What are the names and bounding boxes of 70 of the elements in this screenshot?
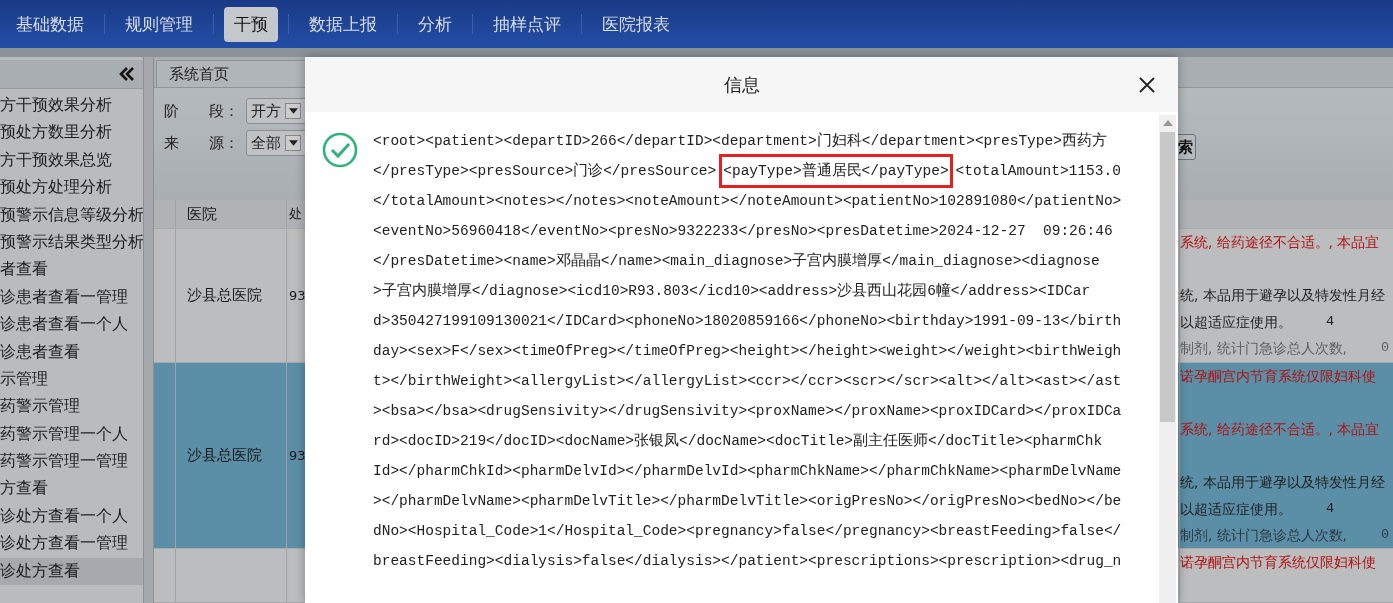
scrollbar[interactable]: [1159, 115, 1176, 603]
xml-text: >子宫内膜增厚</diagnose><icd10>R93.803</icd10><address>沙县西山花园6幢</address><IDCar: [373, 281, 1092, 301]
close-icon[interactable]: [1139, 77, 1155, 93]
xml-text: </totalAmount><notes></notes><noteAmount></noteAmount><patientNo>102891080</patientNo>: [373, 192, 1122, 211]
xml-text: dNo><Hospital_Code>1</Hospital_Code><pregnancy>false</pregnancy><breastFeeding>false</: [373, 522, 1122, 541]
table-cell: 沙县总医院: [187, 446, 262, 465]
sidebar-item[interactable]: 诊患者查看: [0, 338, 143, 366]
nav-tab[interactable]: 数据上报: [299, 6, 387, 42]
sidebar-item[interactable]: 示管理: [0, 365, 143, 394]
xml-text: Id></pharmChkId><pharmDelvId></pharmDelvId><pharmChkName></pharmChkName><pharmDelvName: [373, 462, 1122, 481]
sidebar-item[interactable]: 方查看: [0, 475, 143, 503]
count-text: 0: [1380, 339, 1389, 357]
detail-text: 系统, 给药途径不合适。, 本品宜: [1180, 233, 1380, 252]
check-circle-icon: [322, 132, 358, 168]
xml-text: ><bsa></bsa><drugSensivity></drugSensivity><proxName></proxName><proxIDCard></proxIDCa: [373, 402, 1122, 421]
count-text: 0: [1380, 526, 1389, 544]
highlighted-text: <payType>普通居民</payType>: [719, 154, 953, 188]
detail-text: 诺孕酮宫内节育系统仅限妇科使: [1180, 367, 1376, 386]
nav-tab[interactable]: 抽样点评: [483, 6, 571, 42]
detail-text: 制剂, 统计门急诊总人次数,: [1180, 526, 1347, 545]
column-header[interactable]: 医院: [176, 200, 287, 228]
sidebar-item[interactable]: 诊患者查看一管理: [0, 283, 143, 312]
sidebar-item[interactable]: 药警示管理: [0, 393, 143, 421]
sidebar-item[interactable]: 方干预效果总览: [0, 146, 143, 175]
xml-text: breastFeeding><dialysis>false</dialysis></patient><prescriptions><prescription><drug_n: [373, 552, 1122, 571]
count-text: 4: [1326, 499, 1335, 518]
nav-tab[interactable]: 医院报表: [592, 6, 680, 42]
nav-tab[interactable]: 干预: [224, 6, 278, 42]
filter-label: 来 源：: [164, 133, 240, 153]
sidebar-item[interactable]: 诊处方查看一个人: [0, 502, 143, 531]
xml-text: rd><docID>219</docID><docName>张银凤</docName><docTitle>副主任医师</docTitle><pharmChk: [373, 431, 1104, 451]
sidebar-item[interactable]: 预处方数里分析: [0, 119, 143, 147]
nav-tab[interactable]: 基础数据: [6, 6, 94, 42]
collapse-icon[interactable]: [119, 67, 135, 81]
count-text: 4: [1326, 312, 1335, 331]
detail-text: 诺孕酮宫内节育系统仅限妇科使: [1180, 553, 1376, 572]
detail-text: 以超适应症使用。: [1180, 312, 1292, 332]
xml-text: <eventNo>56960418</eventNo><presNo>9322233</presNo><presDatetime>2024-12-27 09:26:46: [373, 222, 1114, 241]
sidebar-item[interactable]: 药警示管理一个人: [0, 420, 143, 449]
dialog-title: 信息: [723, 72, 760, 97]
xml-text: day><sex>F</sex><timeOfPreg></timeOfPreg><height></height><weight></weight><birthWeigh: [373, 342, 1122, 361]
filter-label: 阶 段：: [164, 101, 240, 121]
detail-text: 统, 本品用于避孕以及特发性月经: [1180, 286, 1385, 305]
sidebar-item[interactable]: 预警示结果类型分析: [0, 228, 143, 257]
xml-text: </presDatetime><name>邓晶晶</name><main_diagnose>子宫内膜增厚</main_diagnose><diagnose: [373, 251, 1101, 271]
sidebar-item[interactable]: 者查看: [0, 256, 143, 284]
sidebar-item[interactable]: 诊处方查看: [0, 557, 143, 586]
detail-text: 以超适应症使用。: [1180, 499, 1292, 519]
caret-icon[interactable]: [285, 135, 301, 152]
nav-tab[interactable]: 规则管理: [115, 6, 203, 42]
xml-text: <root><patient><departID>266</departID><department>门妇科</department><presType>西药方: [373, 131, 1108, 151]
xml-text: </presType><presSource>门诊</presSource>: [373, 163, 717, 179]
table-cell: 93: [289, 288, 306, 303]
detail-text: 制剂, 统计门急诊总人次数,: [1180, 339, 1347, 358]
xml-text: ></pharmDelvName><pharmDelvTitle></pharmDelvTitle><origPresNo></origPresNo><bedNo></be: [373, 492, 1122, 511]
sidebar-item[interactable]: 药警示管理一管理: [0, 448, 143, 476]
caret-icon[interactable]: [285, 103, 301, 120]
sidebar-item[interactable]: 诊患者查看一个人: [0, 311, 143, 339]
sidebar-item[interactable]: 诊处方查看一管理: [0, 530, 143, 558]
xml-text: t></birthWeight><allergyList></allergyList><ccr></ccr><scr></scr><alt></alt><ast></ast: [373, 372, 1122, 391]
xml-text: <totalAmount>1153.0: [955, 163, 1121, 179]
nav-tab[interactable]: 分析: [408, 6, 462, 42]
detail-text: 统, 本品用于避孕以及特发性月经: [1180, 473, 1385, 492]
table-cell: 93: [289, 448, 306, 463]
sidebar-item[interactable]: 方干预效果分析: [0, 92, 143, 120]
sidebar-item[interactable]: 预处方处理分析: [0, 174, 143, 202]
detail-text: 系统, 给药途径不合适。, 本品宜: [1180, 420, 1380, 439]
table-cell: 沙县总医院: [187, 286, 262, 305]
xml-text: d>350427199109130021</IDCard><phoneNo>18020859166</phoneNo><birthday>1991-09-13</birth: [373, 312, 1122, 331]
sidebar-item[interactable]: 预警示信息等级分析: [0, 201, 143, 229]
